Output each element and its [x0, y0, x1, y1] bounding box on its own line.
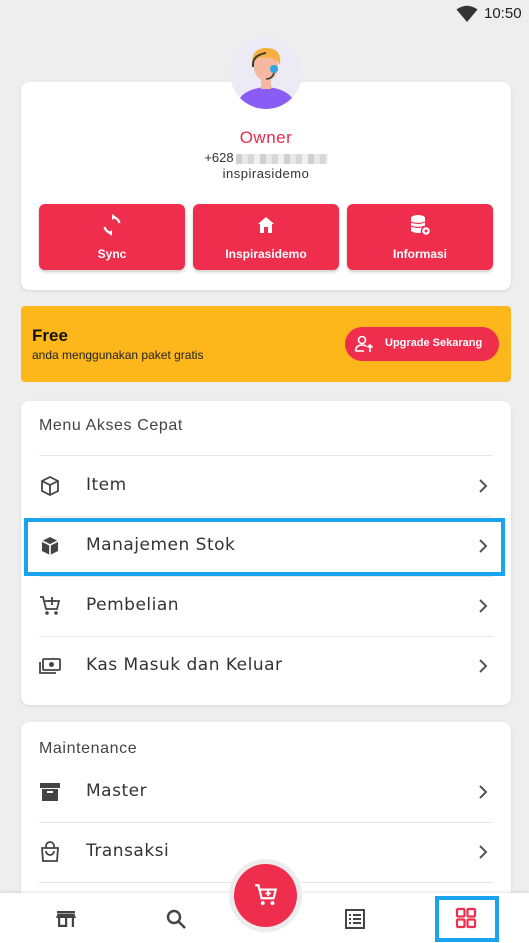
profile-phone: +628 — [21, 150, 511, 165]
store-label: Inspirasidemo — [225, 247, 307, 261]
chevron-right-icon — [479, 785, 488, 799]
menu-item-label: Pembelian — [86, 595, 180, 615]
menu-item-item[interactable]: Item — [21, 456, 511, 516]
clock: 10:50 — [484, 5, 522, 22]
plan-title: Free — [32, 326, 68, 345]
maintenance-title: Maintenance — [39, 740, 138, 757]
menu-item-master[interactable]: Master — [21, 762, 511, 822]
chevron-right-icon — [479, 479, 488, 493]
menu-item-label: Transaksi — [86, 841, 170, 861]
upgrade-label: Upgrade Sekarang — [385, 337, 483, 349]
chevron-right-icon — [479, 539, 488, 553]
phone-prefix: +628 — [204, 150, 234, 165]
store-icon — [258, 217, 274, 233]
profile-store: inspirasidemo — [222, 166, 310, 181]
grid-icon[interactable] — [454, 906, 478, 930]
status-bar: 10:50 — [0, 0, 529, 28]
wifi-icon — [456, 5, 478, 22]
list-icon[interactable] — [343, 907, 367, 931]
phone-redacted — [235, 153, 328, 164]
sync-button[interactable]: Sync — [39, 204, 185, 270]
menu-item-kas[interactable]: Kas Masuk dan Keluar — [21, 636, 511, 696]
plan-subtitle: anda menggunakan paket gratis — [32, 348, 204, 362]
menu-item-label: Master — [86, 781, 148, 801]
store-button[interactable]: Inspirasidemo — [193, 204, 339, 270]
menu-item-label: Kas Masuk dan Keluar — [86, 655, 283, 675]
menu-item-label: Item — [86, 475, 127, 495]
sync-label: Sync — [97, 247, 127, 261]
profile-name: Owner — [239, 128, 293, 147]
profile-card: Owner +628 inspirasidemo Sync Inspirasid… — [21, 82, 511, 290]
plan-banner: Free anda menggunakan paket gratis Upgra… — [21, 306, 511, 382]
store-nav-icon[interactable] — [54, 907, 78, 931]
database-gear-icon — [410, 215, 431, 236]
quick-menu-title: Menu Akses Cepat — [39, 417, 183, 434]
box-icon — [41, 475, 59, 497]
info-button[interactable]: Informasi — [347, 204, 493, 270]
cart-fab-button[interactable] — [234, 864, 297, 927]
cart-plus-icon — [40, 596, 61, 615]
menu-item-pembelian[interactable]: Pembelian — [21, 576, 511, 636]
info-label: Informasi — [392, 247, 447, 261]
menu-item-label: Manajemen Stok — [86, 535, 236, 555]
chevron-right-icon — [479, 659, 488, 673]
shopping-bag-icon — [41, 841, 59, 862]
upgrade-button[interactable]: Upgrade Sekarang — [345, 327, 499, 361]
chevron-right-icon — [479, 599, 488, 613]
cash-icon — [39, 658, 61, 674]
sync-icon — [103, 214, 121, 236]
menu-item-manajemen-stok[interactable]: Manajemen Stok — [21, 516, 511, 576]
user-upgrade-icon — [354, 335, 374, 352]
archive-icon — [40, 783, 60, 801]
avatar — [230, 37, 302, 109]
box-settings-icon — [41, 537, 59, 555]
search-icon[interactable] — [164, 907, 188, 931]
cart-fab-icon — [255, 884, 278, 906]
quick-menu-card: Menu Akses Cepat Item Manajemen Stok Pem… — [21, 401, 511, 705]
chevron-right-icon — [479, 845, 488, 859]
